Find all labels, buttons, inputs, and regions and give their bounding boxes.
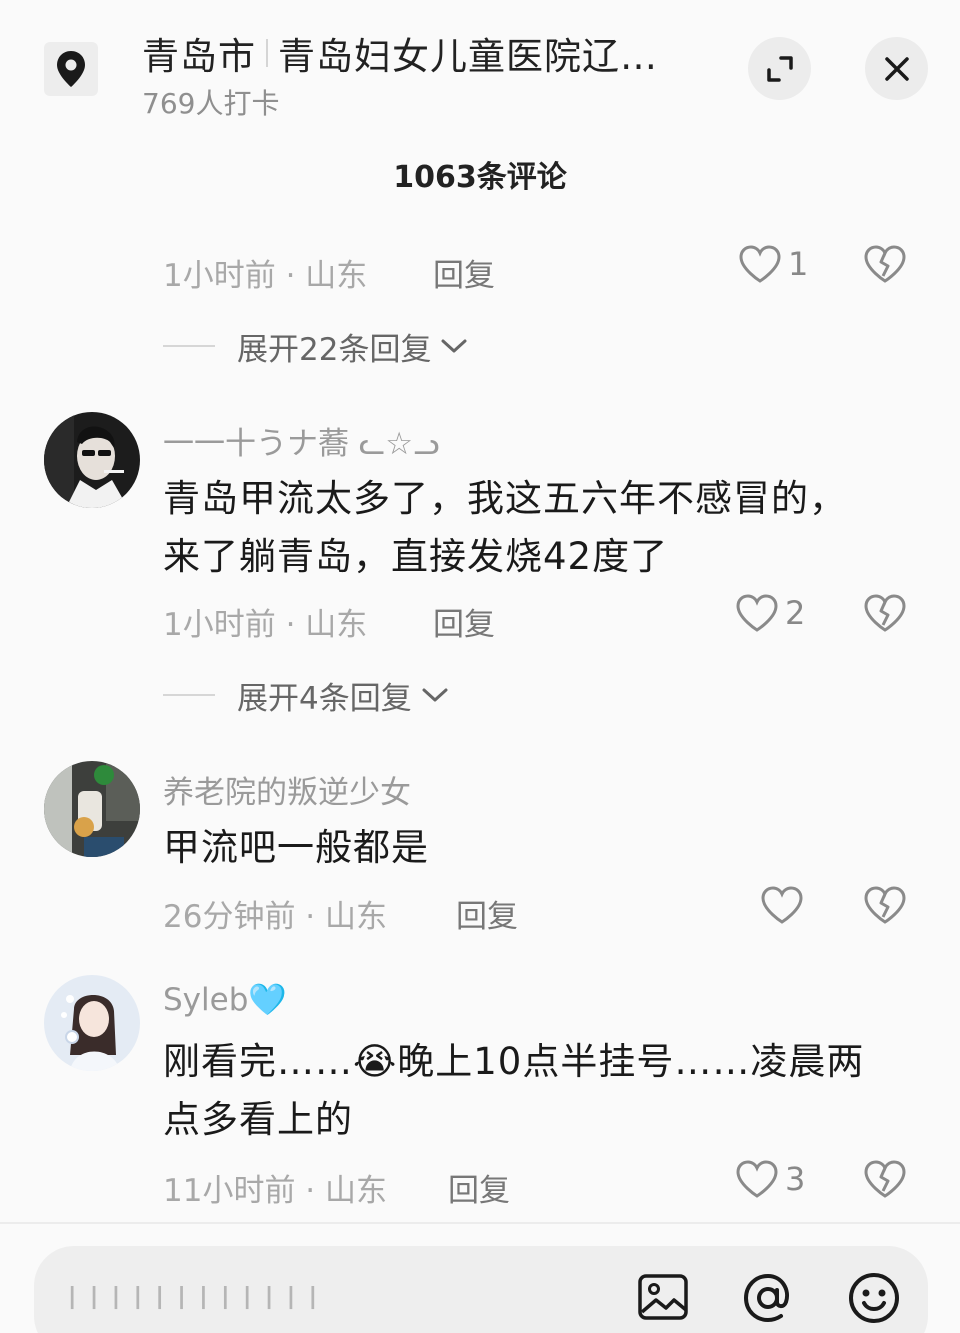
expand-replies[interactable]: 展开22条回复 bbox=[163, 326, 469, 368]
dislike-button[interactable] bbox=[863, 244, 907, 292]
comment-input-bar[interactable]: l l l l l l l l l l l l bbox=[34, 1246, 928, 1333]
comment-time: 26分钟前 · 山东 bbox=[163, 899, 388, 935]
emoji-icon[interactable] bbox=[846, 1270, 902, 1330]
comment-text: 青岛甲流太多了，我这五六年不感冒的， 来了躺青岛，直接发烧42度了 bbox=[163, 470, 923, 586]
close-icon bbox=[884, 56, 909, 81]
broken-heart-icon bbox=[864, 245, 906, 283]
broken-heart-icon bbox=[864, 594, 906, 632]
image-icon[interactable] bbox=[636, 1270, 690, 1328]
comment-text-line: 点多看上的 bbox=[163, 1098, 353, 1141]
title-separator bbox=[266, 39, 268, 67]
divider bbox=[0, 1222, 960, 1224]
heart-icon bbox=[761, 886, 803, 924]
expand-icon bbox=[766, 55, 793, 82]
chevron-down-icon bbox=[422, 688, 448, 702]
heart-icon bbox=[736, 1160, 778, 1198]
comment-time: 11小时前 · 山东 bbox=[163, 1173, 388, 1209]
heart-icon bbox=[739, 245, 781, 283]
comment-text-line: 刚看完……😭晚上10点半挂号……凌晨两 bbox=[163, 1040, 865, 1083]
avatar[interactable] bbox=[44, 761, 140, 857]
username[interactable]: 一一十うナ蕎 ᓚ☆ᓗ bbox=[163, 418, 439, 463]
page-title[interactable]: 青岛市 青岛妇女儿童医院辽… bbox=[142, 26, 658, 80]
mention-icon[interactable] bbox=[740, 1270, 796, 1330]
comment-meta: 1小时前 · 山东 回复 1 bbox=[163, 244, 923, 294]
dislike-button[interactable] bbox=[863, 593, 907, 641]
heart-icon bbox=[736, 594, 778, 632]
header: 青岛市 青岛妇女儿童医院辽… 769人打卡 bbox=[0, 0, 960, 140]
location-pin-icon[interactable] bbox=[44, 42, 98, 96]
broken-heart-icon bbox=[864, 1160, 906, 1198]
comment-text-line: 青岛甲流太多了，我这五六年不感冒的， bbox=[163, 477, 847, 520]
comment-time: 1小时前 · 山东 bbox=[163, 607, 368, 643]
broken-heart-icon bbox=[864, 886, 906, 924]
comment-count: 1063条评论 bbox=[393, 160, 567, 195]
reply-button[interactable]: 回复 bbox=[433, 250, 495, 295]
comment-input[interactable]: l l l l l l l l l l l l bbox=[68, 1282, 319, 1317]
like-button[interactable]: 3 bbox=[735, 1159, 805, 1199]
username[interactable]: 养老院的叛逆少女 bbox=[163, 767, 411, 812]
expand-replies-label: 展开4条回复 bbox=[237, 680, 412, 717]
divider-line bbox=[163, 694, 215, 696]
reply-button[interactable]: 回复 bbox=[448, 1165, 510, 1210]
chevron-down-icon bbox=[441, 339, 467, 353]
comment-meta: 26分钟前 · 山东 回复 bbox=[163, 885, 923, 935]
checkin-count: 769人打卡 bbox=[142, 87, 280, 120]
comment-meta: 11小时前 · 山东 回复 3 bbox=[163, 1159, 923, 1209]
like-count: 3 bbox=[785, 1160, 806, 1198]
like-count: 1 bbox=[788, 245, 809, 283]
like-button[interactable]: 2 bbox=[735, 593, 805, 633]
place-name: 青岛妇女儿童医院辽… bbox=[278, 35, 658, 78]
close-button[interactable] bbox=[865, 37, 928, 100]
dislike-button[interactable] bbox=[863, 1159, 907, 1207]
dislike-button[interactable] bbox=[863, 885, 907, 933]
avatar[interactable] bbox=[44, 975, 140, 1071]
expand-replies[interactable]: 展开4条回复 bbox=[163, 675, 450, 717]
avatar[interactable] bbox=[44, 412, 140, 508]
like-button[interactable] bbox=[760, 885, 810, 925]
username[interactable]: Syleb🩵 bbox=[163, 981, 287, 1018]
like-count: 2 bbox=[785, 594, 806, 632]
like-button[interactable]: 1 bbox=[738, 244, 808, 284]
expand-button[interactable] bbox=[748, 37, 811, 100]
comment-time: 1小时前 · 山东 bbox=[163, 258, 368, 294]
reply-button[interactable]: 回复 bbox=[456, 891, 518, 936]
city-name: 青岛市 bbox=[142, 35, 256, 78]
expand-replies-label: 展开22条回复 bbox=[237, 331, 432, 368]
comment-text: 刚看完……😭晚上10点半挂号……凌晨两 点多看上的 bbox=[163, 1033, 923, 1149]
divider-line bbox=[163, 345, 215, 347]
comment-text-line: 来了躺青岛，直接发烧42度了 bbox=[163, 535, 669, 578]
comment-meta: 1小时前 · 山东 回复 2 bbox=[163, 593, 923, 643]
comment-text: 甲流吧一般都是 bbox=[163, 819, 923, 877]
comment-text-line: 甲流吧一般都是 bbox=[163, 826, 429, 869]
reply-button[interactable]: 回复 bbox=[433, 599, 495, 644]
